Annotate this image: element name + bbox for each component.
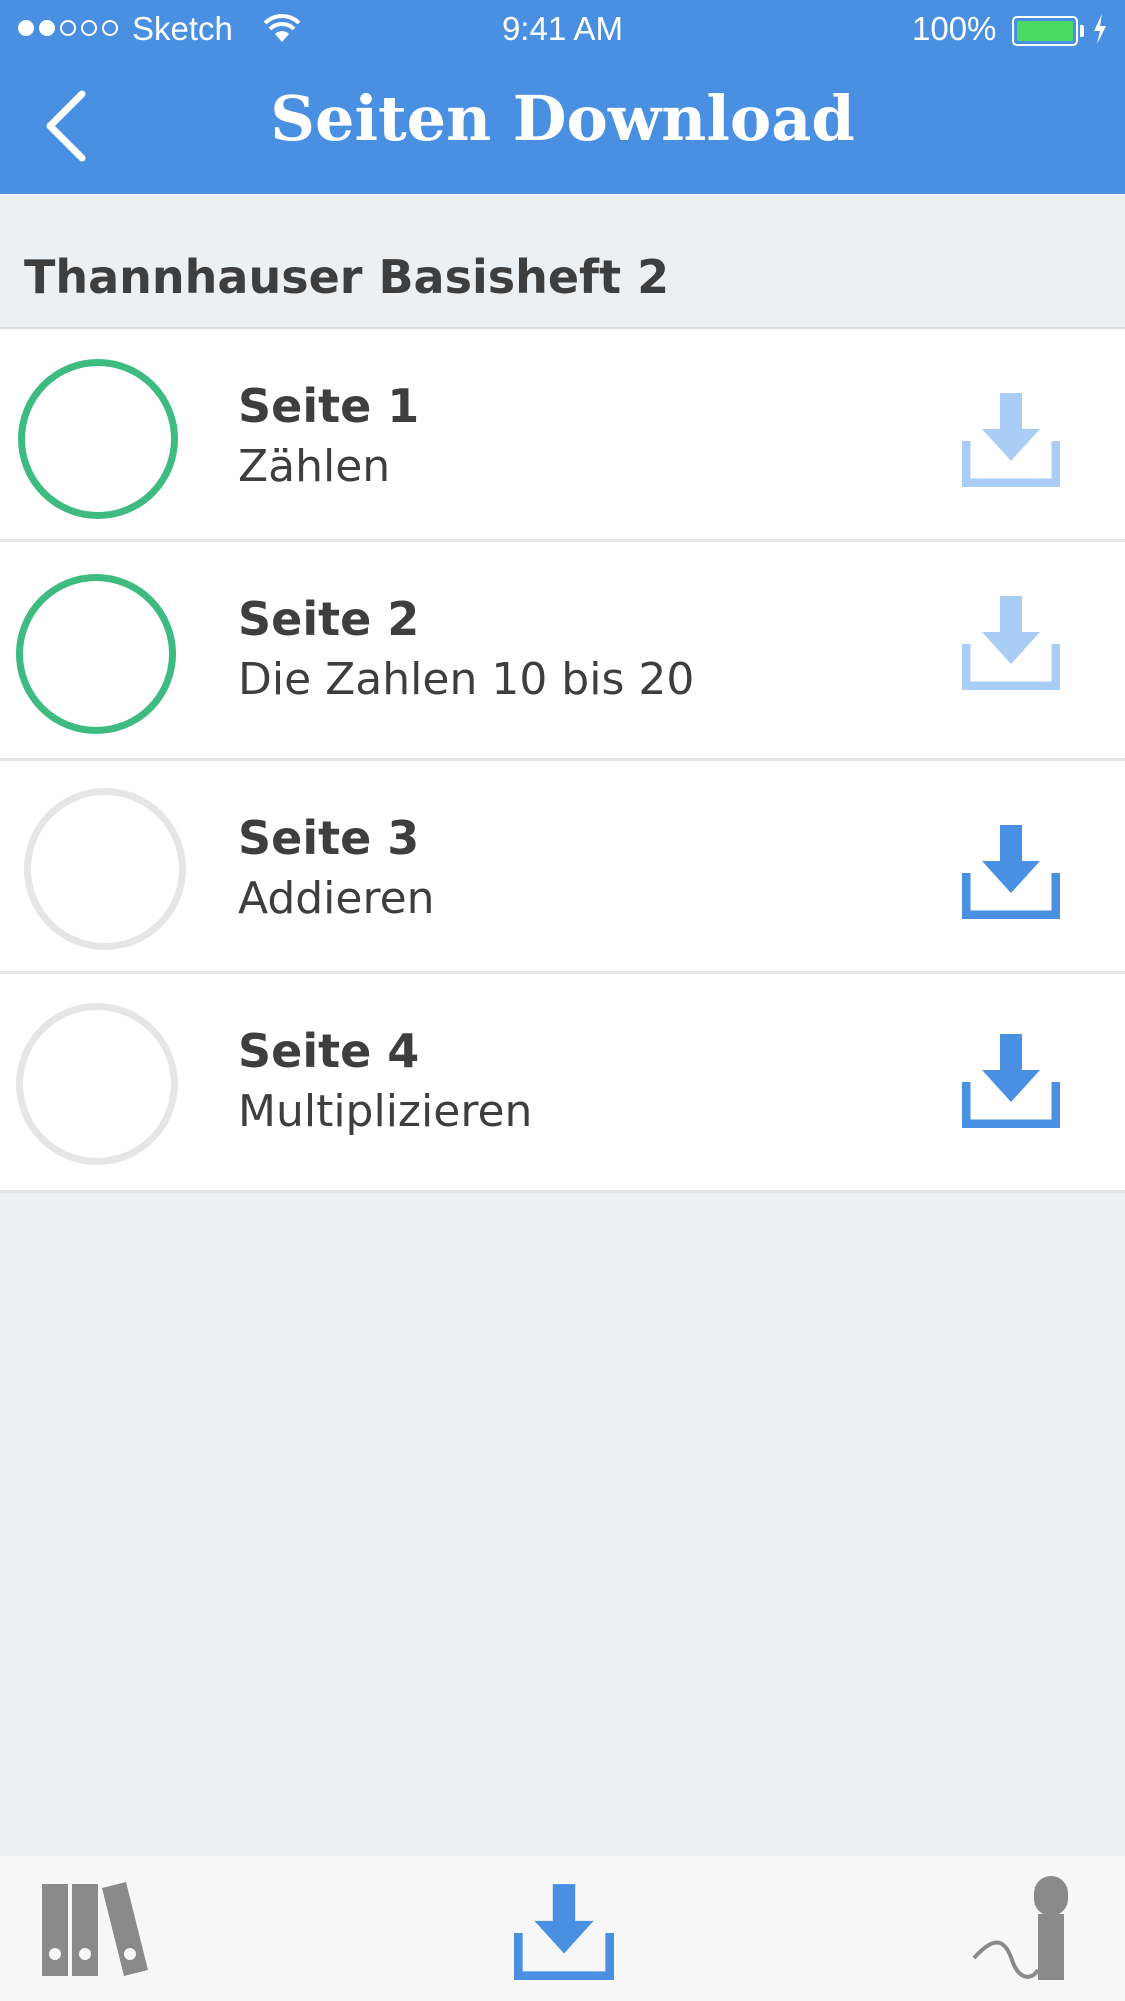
download-icon bbox=[513, 1884, 615, 1981]
page-subtitle-label: Addieren bbox=[238, 873, 435, 924]
tab-library[interactable] bbox=[40, 1880, 152, 1980]
battery-percentage: 100% bbox=[912, 10, 997, 47]
progress-ring bbox=[18, 359, 178, 519]
app: Sketch 9:41 AM 100% Seiten Download Than… bbox=[0, 0, 1125, 2001]
page-title-label: Seite 4 bbox=[238, 1024, 420, 1078]
status-bar: Sketch 9:41 AM 100% bbox=[0, 0, 1125, 60]
page-subtitle-label: Zählen bbox=[238, 441, 391, 492]
battery-tip bbox=[1080, 25, 1084, 37]
page-title-label: Seite 3 bbox=[238, 811, 420, 865]
page-title: Seiten Download bbox=[270, 82, 855, 155]
page-subtitle-label: Multiplizieren bbox=[238, 1086, 533, 1137]
section-title: Thannhauser Basisheft 2 bbox=[24, 250, 670, 304]
download-icon[interactable] bbox=[962, 592, 1060, 690]
page-subtitle-label: Die Zahlen 10 bis 20 bbox=[238, 654, 695, 705]
page-title-label: Seite 1 bbox=[238, 379, 420, 433]
section-header: Thannhauser Basisheft 2 bbox=[0, 194, 1125, 329]
microphone-icon bbox=[972, 1876, 1068, 1980]
progress-ring bbox=[16, 1003, 178, 1165]
page-title-label: Seite 2 bbox=[238, 592, 420, 646]
progress-ring bbox=[24, 788, 186, 950]
download-icon[interactable] bbox=[962, 1030, 1060, 1128]
tab-download[interactable] bbox=[513, 1880, 615, 1981]
tab-microphone[interactable] bbox=[972, 1874, 1072, 1984]
header: Sketch 9:41 AM 100% Seiten Download bbox=[0, 0, 1125, 194]
battery-icon bbox=[1012, 16, 1078, 46]
list-item[interactable]: Seite 1 Zählen bbox=[0, 329, 1125, 542]
progress-ring bbox=[16, 574, 176, 734]
download-icon[interactable] bbox=[962, 821, 1060, 919]
library-icon bbox=[42, 1882, 148, 1976]
list-item[interactable]: Seite 3 Addieren bbox=[0, 761, 1125, 974]
list-item[interactable]: Seite 2 Die Zahlen 10 bis 20 bbox=[0, 542, 1125, 761]
list-item[interactable]: Seite 4 Multiplizieren bbox=[0, 974, 1125, 1193]
tab-bar bbox=[0, 1856, 1125, 2001]
charging-bolt-icon bbox=[1094, 14, 1106, 44]
download-icon[interactable] bbox=[962, 389, 1060, 487]
